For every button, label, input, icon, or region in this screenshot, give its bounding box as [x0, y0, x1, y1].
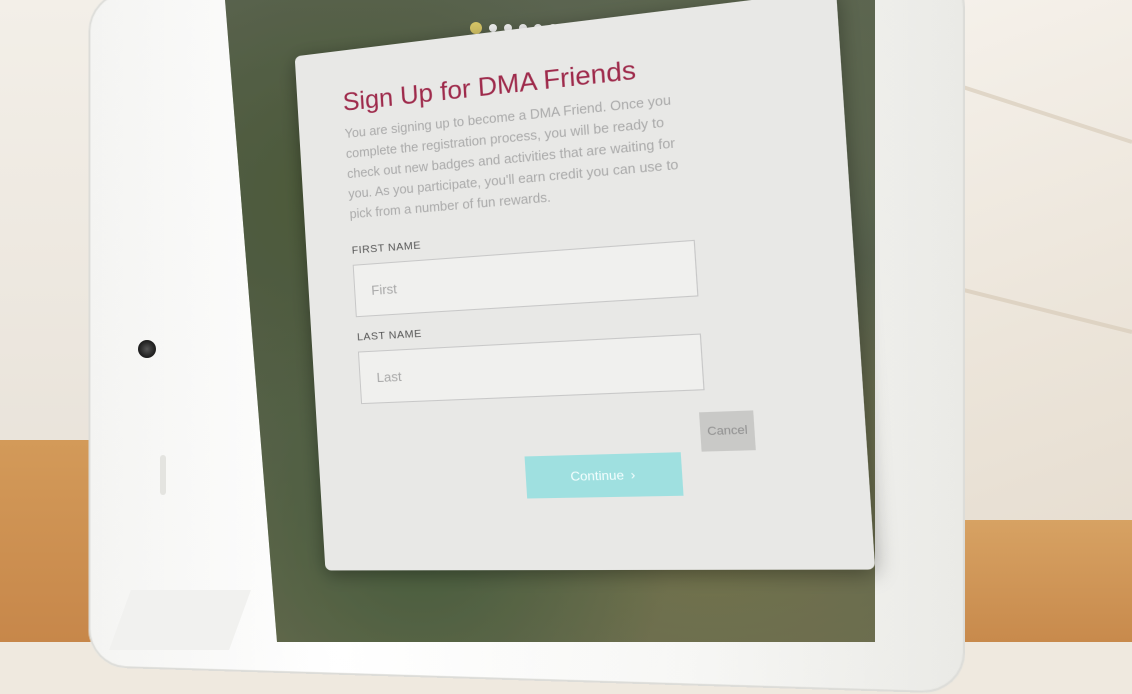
continue-button[interactable]: Continue › [524, 452, 684, 499]
last-name-input[interactable] [357, 333, 705, 405]
tablet-stand [109, 590, 251, 650]
pager-dot-active[interactable] [470, 22, 482, 34]
camera-icon [138, 340, 156, 358]
side-button [160, 455, 166, 495]
signup-modal-wrapper: Sign Up for DMA Friends You are signing … [294, 0, 876, 571]
cancel-button[interactable]: Cancel [699, 410, 756, 452]
modal-actions: Continue › Cancel [522, 410, 759, 499]
continue-label: Continue [570, 467, 625, 484]
signup-modal: Sign Up for DMA Friends You are signing … [294, 0, 876, 571]
chevron-right-icon: › [630, 467, 636, 483]
